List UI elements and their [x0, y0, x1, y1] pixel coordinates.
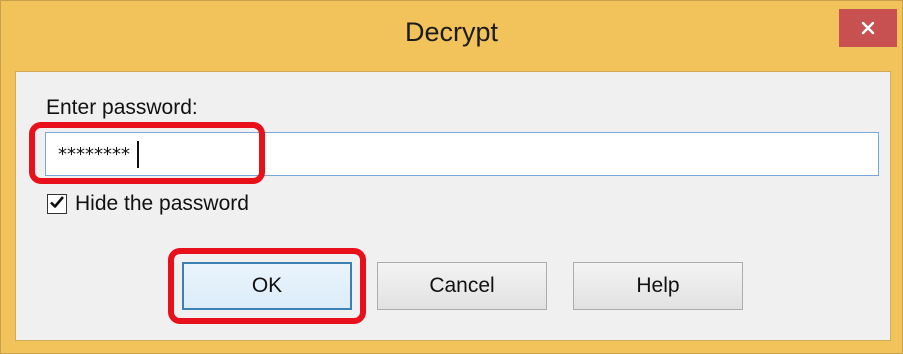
ok-button[interactable]: OK — [182, 262, 352, 310]
title-bar[interactable]: Decrypt — [1, 1, 902, 71]
decrypt-dialog: Decrypt Enter password: Hide the passwor… — [0, 0, 903, 354]
text-caret — [137, 141, 139, 168]
password-input[interactable] — [45, 132, 879, 176]
password-label: Enter password: — [46, 96, 198, 119]
help-button[interactable]: Help — [573, 262, 743, 310]
hide-password-checkbox[interactable] — [47, 194, 67, 214]
cancel-button[interactable]: Cancel — [377, 262, 547, 310]
dialog-body: Enter password: Hide the password OK Can… — [15, 71, 891, 341]
checkmark-icon — [49, 194, 65, 215]
hide-password-label: Hide the password — [75, 192, 249, 215]
window-title: Decrypt — [404, 17, 499, 47]
close-button[interactable] — [839, 9, 897, 47]
hide-password-option[interactable]: Hide the password — [47, 192, 249, 216]
close-icon — [861, 21, 875, 35]
